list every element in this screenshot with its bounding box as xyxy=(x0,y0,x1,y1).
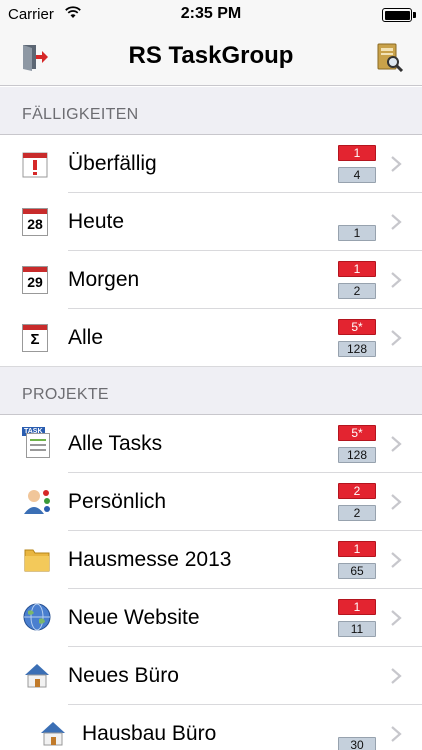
list-item-hausmesse[interactable]: Hausmesse 2013 1 65 xyxy=(0,531,422,589)
chevron-right-icon xyxy=(391,214,402,230)
section-header-projects: PROJEKTE xyxy=(0,367,422,415)
chevron-right-icon xyxy=(391,552,402,568)
list-item-label: Neues Büro xyxy=(68,664,179,687)
list-item-all-tasks[interactable]: TASK Alle Tasks 5* 128 xyxy=(0,415,422,473)
chevron-right-icon xyxy=(391,272,402,288)
list-item-tomorrow[interactable]: 29 Morgen 1 2 xyxy=(0,251,422,309)
overdue-count-badge: 1 xyxy=(338,541,376,557)
open-count-badge: 128 xyxy=(338,447,376,463)
person-icon xyxy=(24,490,50,514)
house-icon xyxy=(41,722,65,746)
open-count-badge: 2 xyxy=(338,505,376,521)
open-count-badge: 1 xyxy=(338,225,376,241)
overdue-count-badge: 5* xyxy=(338,319,376,335)
globe-icon xyxy=(23,603,51,631)
open-count-badge: 30 xyxy=(338,737,376,750)
book-search-icon[interactable] xyxy=(374,42,404,72)
open-count-badge: 4 xyxy=(338,167,376,183)
overdue-count-badge: 1 xyxy=(338,261,376,277)
open-count-badge: 65 xyxy=(338,563,376,579)
list-item-label: Hausbau Büro xyxy=(82,722,217,745)
chevron-right-icon xyxy=(391,156,402,172)
task-list-icon: TASK xyxy=(22,427,52,459)
overdue-count-badge: 1 xyxy=(338,599,376,615)
list-item-label: Alle Tasks xyxy=(68,432,163,455)
list-item-personal[interactable]: Persönlich 2 2 xyxy=(0,473,422,531)
house-icon xyxy=(25,664,49,688)
overdue-count-badge: 5* xyxy=(338,425,376,441)
chevron-right-icon xyxy=(391,726,402,742)
chevron-right-icon xyxy=(391,668,402,684)
page-title: RS TaskGroup xyxy=(128,42,294,69)
overdue-calendar-icon xyxy=(22,152,48,178)
open-count-badge: 2 xyxy=(338,283,376,299)
list-item-all[interactable]: Σ Alle 5* 128 xyxy=(0,309,422,367)
chevron-right-icon xyxy=(391,436,402,452)
calendar-28-icon: 28 xyxy=(22,208,48,236)
status-time: 2:35 PM xyxy=(180,5,242,22)
section-header-due: FÄLLIGKEITEN xyxy=(0,87,422,135)
section-title: FÄLLIGKEITEN xyxy=(22,106,139,123)
list-item-label: Überfällig xyxy=(68,152,157,175)
list-item-label: Persönlich xyxy=(68,490,167,513)
list-item-new-office[interactable]: Neues Büro xyxy=(0,647,422,705)
list-item-label: Heute xyxy=(68,210,125,233)
list-item-new-website[interactable]: Neue Website 1 11 xyxy=(0,589,422,647)
list-item-today[interactable]: 28 Heute 1 xyxy=(0,193,422,251)
list-item-overdue[interactable]: Überfällig 1 4 xyxy=(0,135,422,193)
navigation-bar: RS TaskGroup xyxy=(0,30,422,86)
list-item-label: Hausmesse 2013 xyxy=(68,548,232,571)
overdue-count-badge: 2 xyxy=(338,483,376,499)
overdue-count-badge: 1 xyxy=(338,145,376,161)
battery-icon xyxy=(382,8,416,22)
chevron-right-icon xyxy=(391,610,402,626)
list-item-label: Alle xyxy=(68,326,104,349)
open-count-badge: 11 xyxy=(338,621,376,637)
section-title: PROJEKTE xyxy=(22,386,109,403)
folder-icon xyxy=(24,549,50,572)
chevron-right-icon xyxy=(391,330,402,346)
list-item-label: Morgen xyxy=(68,268,140,291)
status-bar: Carrier 2:35 PM xyxy=(0,0,422,30)
open-count-badge: 128 xyxy=(338,341,376,357)
calendar-29-icon: 29 xyxy=(22,266,48,294)
list-item-label: Neue Website xyxy=(68,606,200,629)
list-item-house-construction[interactable]: Hausbau Büro 30 xyxy=(0,705,422,750)
chevron-right-icon xyxy=(391,494,402,510)
calendar-sum-icon: Σ xyxy=(22,324,48,352)
